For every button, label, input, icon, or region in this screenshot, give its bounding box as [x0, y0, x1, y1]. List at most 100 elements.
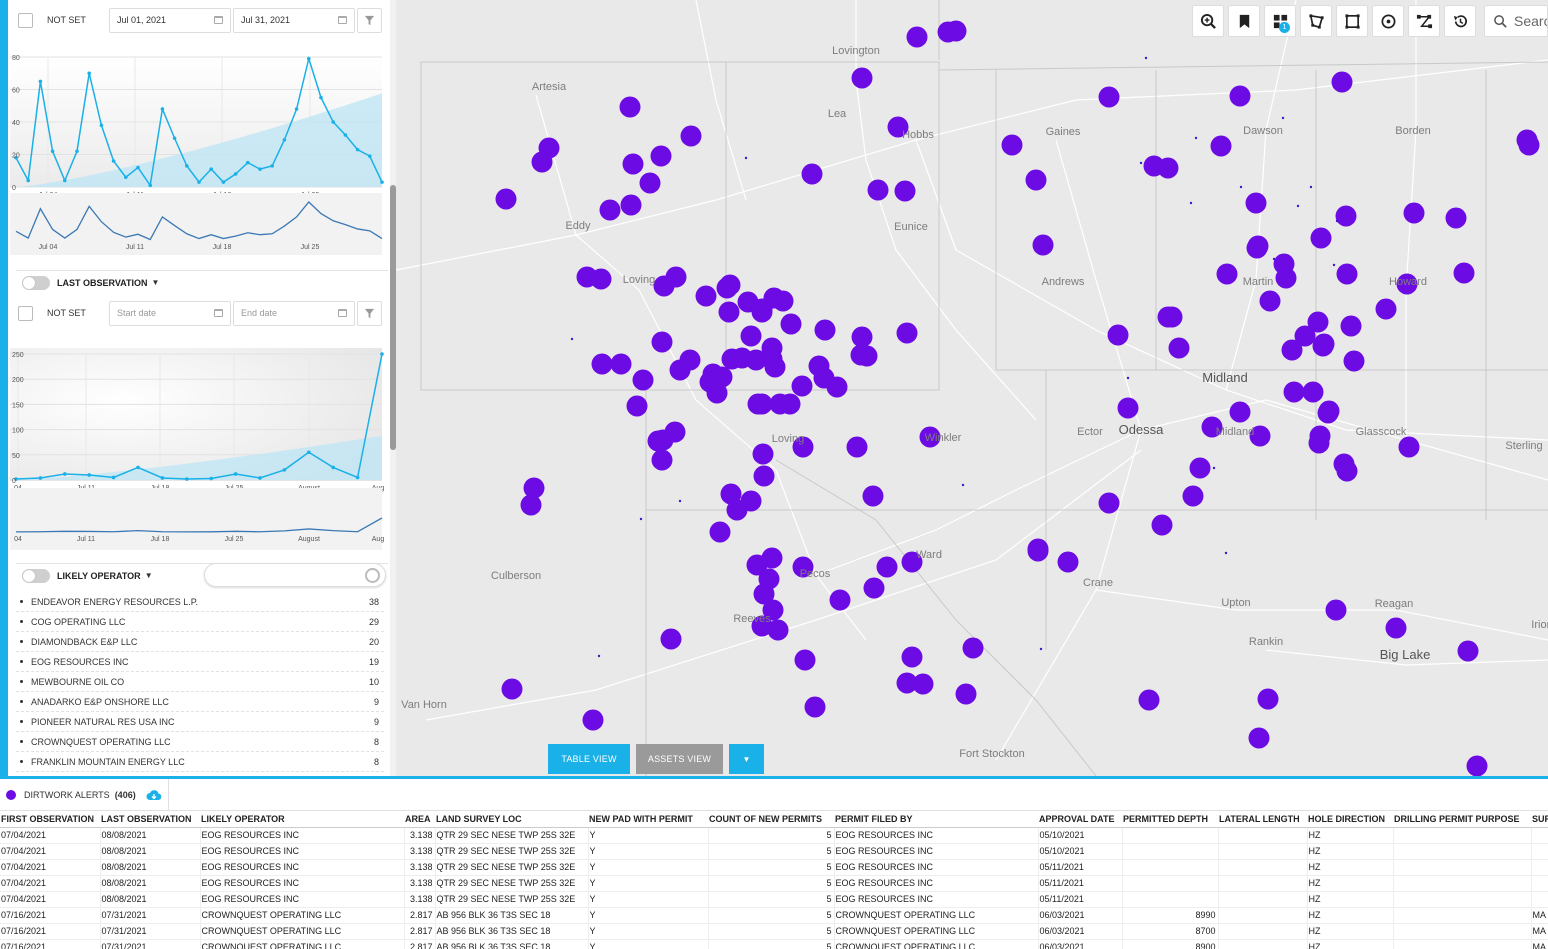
operator-list-item[interactable]: COG OPERATING LLC 29	[16, 612, 384, 632]
filter-button[interactable]	[357, 300, 382, 326]
column-header[interactable]: FIRST OBSERVATION	[0, 811, 100, 828]
calendar-icon	[214, 309, 223, 317]
alert-marker	[1336, 460, 1358, 482]
operator-list-item[interactable]: FRANKLIN MOUNTAIN ENERGY LLC 8	[16, 752, 384, 772]
alert-marker	[1466, 755, 1488, 776]
table-cell: 2.817	[404, 939, 436, 949]
column-header[interactable]: HOLE DIRECTION	[1307, 811, 1393, 828]
map-place-label: Winkler	[924, 432, 962, 444]
data-point	[197, 180, 201, 184]
caret-down-icon[interactable]: ▼	[145, 571, 153, 580]
column-header[interactable]: LATERAL LENGTH	[1218, 811, 1307, 828]
alert-marker	[962, 637, 984, 659]
table-row[interactable]: 07/04/2021 08/08/2021 EOG RESOURCES INC 3.1…	[0, 875, 1548, 892]
data-point	[221, 180, 226, 184]
operator-search-input[interactable]	[204, 563, 386, 587]
column-header[interactable]: DRILLING PERMIT PURPOSE	[1393, 811, 1531, 828]
table-row[interactable]: 07/16/2021 07/31/2021 CROWNQUEST OPERATING…	[0, 923, 1548, 940]
alert-marker	[1318, 400, 1340, 422]
start-date-input[interactable]: Jul 01, 2021	[109, 7, 231, 33]
column-header[interactable]: SUR	[1531, 811, 1548, 828]
column-header[interactable]: LAST OBSERVATION	[100, 811, 200, 828]
view-dropdown-button[interactable]: ▼	[729, 744, 764, 774]
data-point	[380, 352, 384, 356]
bookmark-button[interactable]	[1228, 5, 1260, 37]
column-header[interactable]: COUNT OF NEW PERMITS	[708, 811, 834, 828]
column-header[interactable]: LIKELY OPERATOR	[200, 811, 404, 828]
column-header[interactable]: LAND SURVEY LOC	[435, 811, 588, 828]
not-set-checkbox[interactable]	[18, 12, 33, 28]
end-date-input[interactable]: Jul 31, 2021	[233, 7, 355, 33]
assets-view-button[interactable]: ASSETS VIEW	[636, 744, 723, 774]
map-canvas[interactable]	[396, 0, 1548, 776]
table-view-button[interactable]: TABLE VIEW	[548, 744, 630, 774]
caret-down-icon[interactable]: ▼	[152, 278, 160, 287]
table-cell: QTR 29 SEC NESE TWP 25S 32E	[435, 859, 589, 876]
data-point	[307, 450, 311, 455]
circle-target-icon	[1381, 14, 1395, 28]
last-observation-toggle[interactable]	[22, 275, 50, 290]
alert-marker	[846, 436, 868, 458]
operator-name: FRANKLIN MOUNTAIN ENERGY LLC	[20, 757, 185, 767]
column-header[interactable]: PERMITTED DEPTH	[1122, 811, 1218, 828]
alert-marker	[945, 20, 967, 42]
refresh-icon[interactable]	[365, 568, 380, 583]
operator-list-item[interactable]: EOG RESOURCES INC 19	[16, 652, 384, 672]
alert-marker	[906, 26, 928, 48]
table-row[interactable]: 07/04/2021 08/08/2021 EOG RESOURCES INC 3.1…	[0, 891, 1548, 908]
map-place-label: Ector	[1077, 426, 1103, 438]
data-point	[343, 133, 348, 137]
minor-marker	[1332, 263, 1336, 267]
cloud-download-icon[interactable]	[146, 789, 162, 801]
table-cell: AB 956 BLK 36 T3S SEC 18	[435, 923, 589, 940]
last-observation-header[interactable]: LAST OBSERVATION ▼	[16, 270, 388, 294]
y-tick-label: 150	[12, 402, 24, 409]
table-cell: EOG RESOURCES INC	[200, 843, 405, 860]
table-row[interactable]: 07/04/2021 08/08/2021 EOG RESOURCES INC 3.1…	[0, 827, 1548, 844]
table-row[interactable]: 07/16/2021 07/31/2021 CROWNQUEST OPERATING…	[0, 907, 1548, 924]
alert-marker	[651, 331, 673, 353]
operator-list-item[interactable]: PIONEER NATURAL RES USA INC 9	[16, 712, 384, 732]
column-header[interactable]: NEW PAD WITH PERMIT	[588, 811, 708, 828]
draw-line-button[interactable]	[1408, 5, 1440, 37]
operator-list-item[interactable]: CROWNQUEST OPERATING LLC 8	[16, 732, 384, 752]
table-row[interactable]: 07/04/2021 08/08/2021 EOG RESOURCES INC 3.1…	[0, 843, 1548, 860]
navigator-background	[10, 193, 382, 255]
operator-count: 8	[373, 756, 379, 767]
draw-rectangle-button[interactable]	[1336, 5, 1368, 37]
table-cell: HZ	[1307, 859, 1394, 876]
table-row[interactable]: 07/04/2021 08/08/2021 EOG RESOURCES INC 3.1…	[0, 859, 1548, 876]
navigator-tick-label: Jul 25	[225, 536, 244, 543]
y-tick-label: 40	[12, 120, 20, 127]
alert-marker	[772, 290, 794, 312]
map-view[interactable]: Lovington Artesia Lea Hobbs Gaines Dawson Bord…	[396, 0, 1548, 776]
likely-operator-toggle[interactable]	[22, 568, 50, 583]
tab-dirtwork-alerts[interactable]: DIRTWORK ALERTS (406)	[0, 778, 169, 811]
operator-list-item[interactable]: ENDEAVOR ENERGY RESOURCES L.P. 38	[16, 592, 384, 612]
map-search-input[interactable]: Search	[1484, 5, 1548, 37]
operator-list-item[interactable]: DIAMONDBACK E&P LLC 20	[16, 632, 384, 652]
alert-marker	[814, 319, 836, 341]
operator-list-item[interactable]: ANADARKO E&P ONSHORE LLC 9	[16, 692, 384, 712]
table-row[interactable]: 07/16/2021 07/31/2021 CROWNQUEST OPERATING…	[0, 939, 1548, 949]
filter-button[interactable]	[357, 7, 382, 33]
alert-marker	[1283, 381, 1305, 403]
y-tick-label: 250	[12, 352, 24, 359]
alert-marker	[1216, 263, 1238, 285]
alert-marker	[626, 395, 648, 417]
column-header[interactable]: AREA	[404, 811, 435, 828]
layers-button[interactable]: 1	[1264, 5, 1296, 37]
map-place-label: Lea	[827, 108, 847, 120]
not-set-checkbox[interactable]	[18, 305, 33, 321]
history-button[interactable]	[1444, 5, 1476, 37]
draw-circle-button[interactable]	[1372, 5, 1404, 37]
column-header[interactable]: APPROVAL DATE	[1038, 811, 1122, 828]
draw-polygon-button[interactable]	[1300, 5, 1332, 37]
column-header[interactable]: PERMIT FILED BY	[834, 811, 1038, 828]
end-date-value: Jul 31, 2021	[241, 15, 291, 25]
operator-list-item[interactable]: MEWBOURNE OIL CO 10	[16, 672, 384, 692]
y-tick-label: 0	[12, 478, 16, 485]
start-date-input[interactable]: Start date	[109, 300, 231, 326]
zoom-button[interactable]	[1192, 5, 1224, 37]
end-date-input[interactable]: End date	[233, 300, 355, 326]
